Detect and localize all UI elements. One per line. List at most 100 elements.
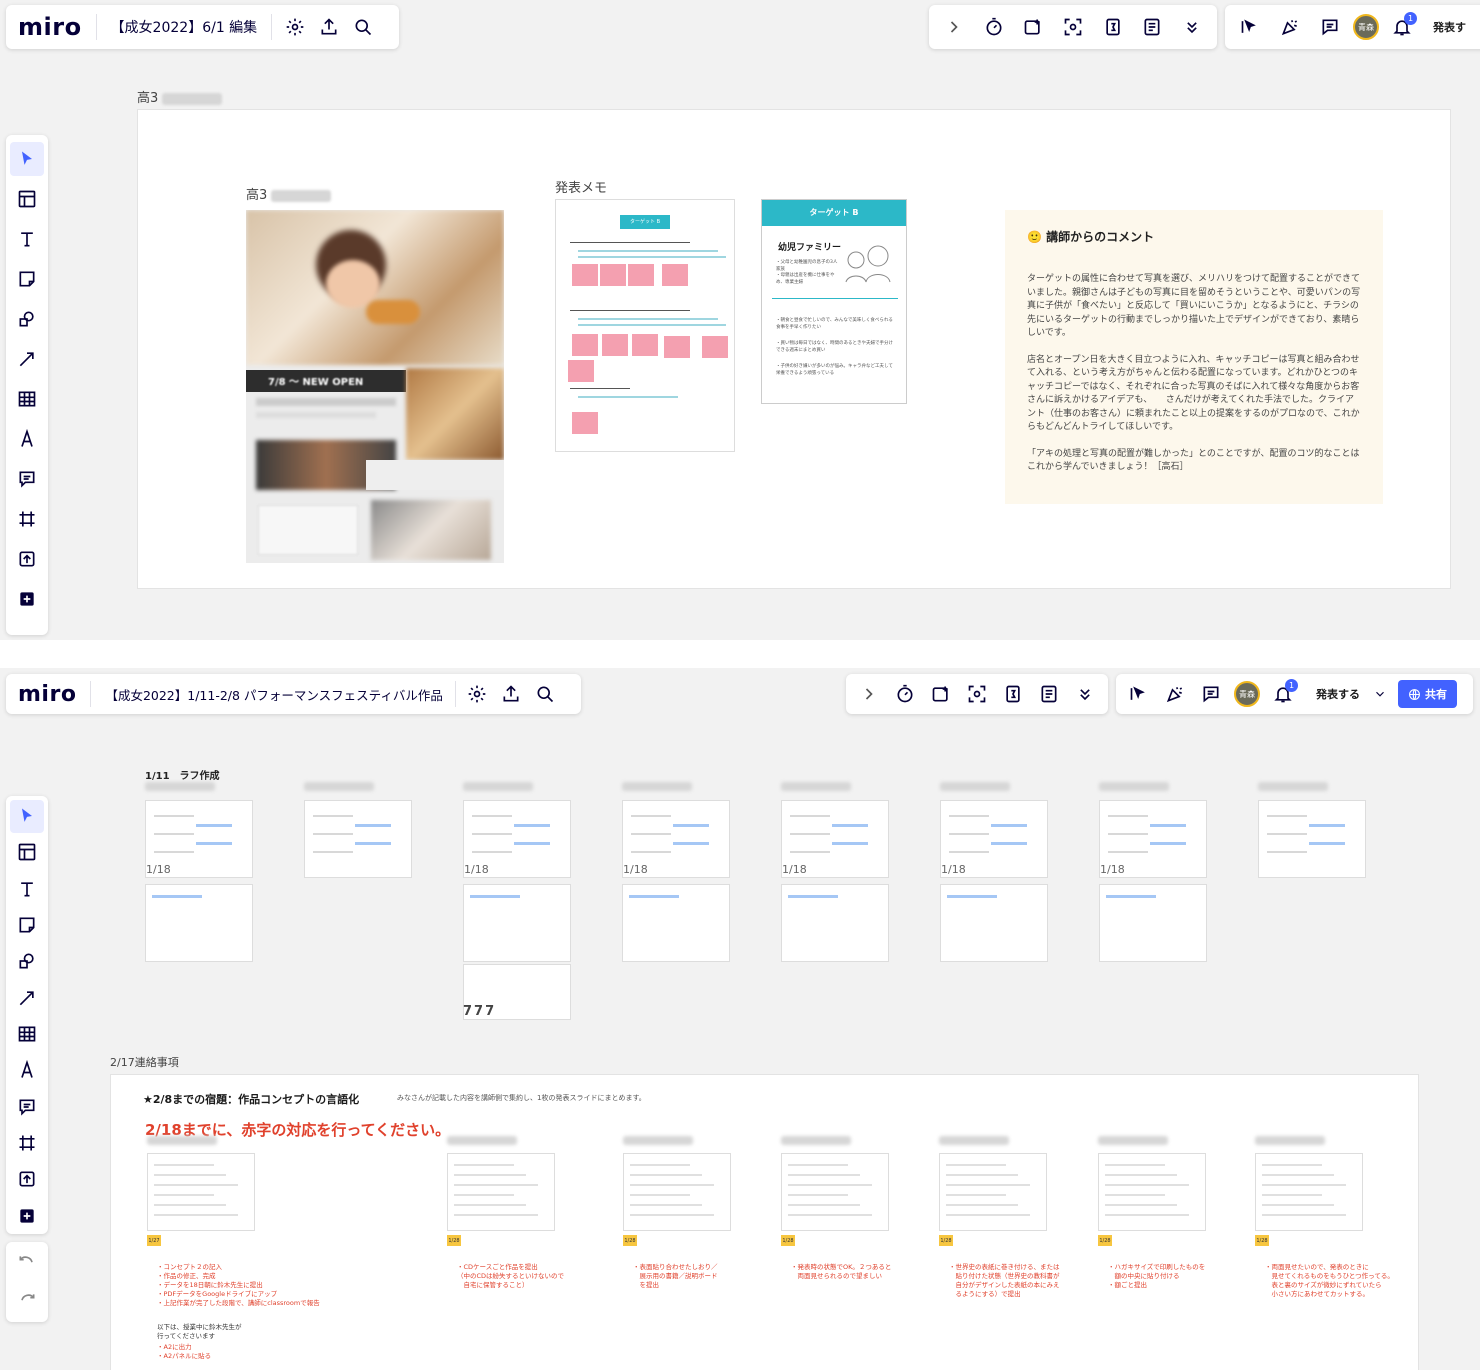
sticky-note[interactable] bbox=[572, 264, 598, 286]
board-title[interactable]: 【成女2022】1/11-2/8 パフォーマンスフェスティバル作品 bbox=[105, 685, 442, 704]
sticky-note[interactable] bbox=[664, 336, 690, 358]
upload-export-icon[interactable] bbox=[312, 10, 346, 44]
sticky-note-tool-icon[interactable] bbox=[10, 908, 44, 941]
frame-tool-icon[interactable] bbox=[10, 502, 44, 536]
undo-icon[interactable] bbox=[10, 1246, 44, 1280]
concept-slide[interactable] bbox=[939, 1153, 1047, 1231]
sticky-note[interactable] bbox=[572, 334, 598, 356]
search-icon[interactable] bbox=[528, 677, 562, 711]
miro-logo[interactable]: miro bbox=[18, 682, 76, 707]
revision-thumbnail[interactable] bbox=[463, 884, 571, 962]
comment-tool-icon[interactable] bbox=[10, 1090, 44, 1123]
sticky-note[interactable] bbox=[702, 336, 728, 358]
comments-icon[interactable] bbox=[1194, 677, 1228, 711]
focus-frame-icon[interactable] bbox=[1056, 10, 1090, 44]
shapes-tool-icon[interactable] bbox=[10, 302, 44, 336]
concept-slide[interactable] bbox=[1255, 1153, 1363, 1231]
share-button[interactable]: 共有 bbox=[1398, 680, 1457, 708]
table-tool-icon[interactable] bbox=[10, 382, 44, 416]
student-frame[interactable]: 高3 7/8 〜 NEW OPEN 発表メモ ターゲット B ターゲット B 幼… bbox=[137, 109, 1451, 589]
revision-thumbnail[interactable] bbox=[622, 884, 730, 962]
miro-logo[interactable]: miro bbox=[18, 13, 82, 41]
user-avatar[interactable]: 青森 bbox=[1353, 14, 1379, 40]
select-tool-icon[interactable] bbox=[10, 142, 44, 176]
date-sticky-tag[interactable]: 1/28 bbox=[781, 1235, 795, 1246]
chevron-right-icon[interactable] bbox=[852, 677, 886, 711]
rough-sketch-thumbnail[interactable] bbox=[304, 800, 412, 878]
date-sticky-tag[interactable]: 1/28 bbox=[939, 1235, 953, 1246]
table-tool-icon[interactable] bbox=[10, 1017, 44, 1050]
settings-gear-icon[interactable] bbox=[460, 677, 494, 711]
date-sticky-tag[interactable]: 1/28 bbox=[1098, 1235, 1112, 1246]
sticky-note[interactable] bbox=[568, 360, 594, 382]
sticky-note[interactable] bbox=[628, 264, 654, 286]
sticky-note[interactable] bbox=[632, 334, 658, 356]
connection-line-tool-icon[interactable] bbox=[10, 342, 44, 376]
shapes-tool-icon[interactable] bbox=[10, 945, 44, 978]
cursor-follow-icon[interactable] bbox=[1122, 677, 1156, 711]
notes-list-icon[interactable] bbox=[1136, 10, 1170, 44]
rough-sketch-thumbnail[interactable] bbox=[1258, 800, 1366, 878]
chevron-double-down-icon[interactable] bbox=[1068, 677, 1102, 711]
pen-tool-icon[interactable] bbox=[10, 422, 44, 456]
cursor-follow-icon[interactable] bbox=[1233, 10, 1267, 44]
comments-icon[interactable] bbox=[1313, 10, 1347, 44]
templates-tool-icon[interactable] bbox=[10, 182, 44, 216]
date-sticky-tag[interactable]: 1/28 bbox=[447, 1235, 461, 1246]
sticky-note[interactable] bbox=[572, 412, 598, 434]
vote-card-icon[interactable] bbox=[1016, 10, 1050, 44]
target-persona-card[interactable]: ターゲット B 幼児ファミリー ・父母と幼稚園児の息子の3人家族 ・母親は出産を… bbox=[761, 199, 907, 404]
date-sticky-tag[interactable]: 1/28 bbox=[1255, 1235, 1269, 1246]
upload-tool-icon[interactable] bbox=[10, 542, 44, 576]
date-sticky-tag[interactable]: 1/28 bbox=[623, 1235, 637, 1246]
concept-slide[interactable] bbox=[781, 1153, 889, 1231]
timer-icon[interactable] bbox=[977, 10, 1011, 44]
flyer-image[interactable]: 7/8 〜 NEW OPEN bbox=[246, 210, 504, 563]
chevron-double-down-icon[interactable] bbox=[1175, 10, 1209, 44]
countdown-icon[interactable] bbox=[996, 677, 1030, 711]
celebrate-icon[interactable] bbox=[1158, 677, 1192, 711]
concept-slide[interactable] bbox=[447, 1153, 555, 1231]
sticky-note[interactable] bbox=[600, 264, 626, 286]
board-title[interactable]: 【成女2022】6/1 編集 bbox=[111, 17, 258, 37]
comment-tool-icon[interactable] bbox=[10, 462, 44, 496]
sticky-note[interactable] bbox=[662, 264, 688, 286]
connection-line-tool-icon[interactable] bbox=[10, 981, 44, 1014]
present-button[interactable]: 発表する bbox=[1302, 686, 1368, 702]
concept-slide[interactable] bbox=[147, 1153, 255, 1231]
section-label-notice[interactable]: 2/17連絡事項 bbox=[110, 1054, 179, 1070]
chevron-right-icon[interactable] bbox=[937, 10, 971, 44]
notice-frame[interactable]: ★2/8までの宿題：作品コンセプトの言語化 みなさんが記載した内容を講師側で集約… bbox=[110, 1074, 1419, 1370]
upload-export-icon[interactable] bbox=[494, 677, 528, 711]
text-tool-icon[interactable] bbox=[10, 222, 44, 256]
celebrate-icon[interactable] bbox=[1273, 10, 1307, 44]
pen-tool-icon[interactable] bbox=[10, 1054, 44, 1087]
presentation-memo-doc[interactable]: ターゲット B bbox=[555, 199, 735, 452]
notes-list-icon[interactable] bbox=[1032, 677, 1066, 711]
present-options-chevron-icon[interactable] bbox=[1370, 677, 1390, 711]
sticky-note[interactable] bbox=[602, 334, 628, 356]
present-button[interactable]: 発表す bbox=[1425, 19, 1474, 35]
countdown-icon[interactable] bbox=[1096, 10, 1130, 44]
focus-frame-icon[interactable] bbox=[960, 677, 994, 711]
upload-tool-icon[interactable] bbox=[10, 1163, 44, 1196]
user-avatar[interactable]: 青森 bbox=[1234, 681, 1260, 707]
settings-gear-icon[interactable] bbox=[278, 10, 312, 44]
instructor-comment-box[interactable]: 🙂 講師からのコメント ターゲットの属性に合わせて写真を選び、メリハリをつけて配… bbox=[1005, 210, 1383, 504]
revision-thumbnail[interactable] bbox=[781, 884, 889, 962]
concept-slide[interactable] bbox=[623, 1153, 731, 1231]
timer-icon[interactable] bbox=[888, 677, 922, 711]
concept-slide[interactable] bbox=[1098, 1153, 1206, 1231]
templates-tool-icon[interactable] bbox=[10, 836, 44, 869]
frame-label[interactable]: 高3 bbox=[137, 87, 223, 106]
select-tool-icon[interactable] bbox=[10, 799, 44, 833]
more-apps-plus-icon[interactable] bbox=[10, 582, 44, 616]
revision-thumbnail[interactable] bbox=[940, 884, 1048, 962]
notifications-bell-icon[interactable]: 1 bbox=[1266, 677, 1300, 711]
search-icon[interactable] bbox=[346, 10, 380, 44]
notifications-bell-icon[interactable]: 1 bbox=[1385, 10, 1419, 44]
vote-card-icon[interactable] bbox=[924, 677, 958, 711]
date-sticky-tag[interactable]: 1/27 bbox=[147, 1235, 161, 1246]
sticky-note-tool-icon[interactable] bbox=[10, 262, 44, 296]
more-apps-plus-icon[interactable] bbox=[10, 1199, 44, 1232]
